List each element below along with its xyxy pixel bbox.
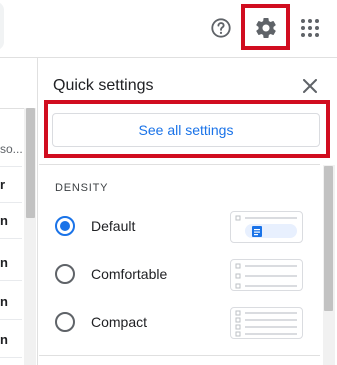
quick-settings-panel: Quick settings See all settings DENSITY … xyxy=(37,58,337,365)
density-option-comfortable[interactable]: Comfortable xyxy=(55,259,315,291)
top-bar xyxy=(0,0,337,58)
density-option-default[interactable]: Default xyxy=(55,211,315,243)
density-option-compact[interactable]: Compact xyxy=(55,307,315,339)
density-option-label: Compact xyxy=(91,314,148,330)
preview-compact-icon xyxy=(235,310,297,337)
list-item[interactable]: r xyxy=(0,167,22,203)
help-button[interactable] xyxy=(209,16,233,40)
density-preview-compact[interactable] xyxy=(230,307,303,339)
density-heading: DENSITY xyxy=(55,182,109,194)
list-divider xyxy=(0,108,24,109)
search-bar-edge[interactable] xyxy=(0,2,4,50)
preview-default-icon xyxy=(235,215,297,238)
list-item[interactable]: n xyxy=(0,322,22,358)
panel-scrollbar-thumb[interactable] xyxy=(324,166,333,311)
density-option-label: Comfortable xyxy=(91,266,168,282)
see-all-highlight-box xyxy=(44,100,330,158)
density-preview-default[interactable] xyxy=(230,211,303,243)
close-button[interactable] xyxy=(301,77,319,95)
density-preview-comfortable[interactable] xyxy=(230,259,303,291)
list-item[interactable]: n xyxy=(0,245,22,281)
settings-highlight-box xyxy=(241,4,290,50)
preview-comfortable-icon xyxy=(235,263,297,289)
list-item[interactable]: so... xyxy=(0,131,22,167)
apps-grid-icon xyxy=(301,19,319,37)
radio-default[interactable] xyxy=(55,216,75,236)
list-item[interactable]: n xyxy=(0,284,22,320)
email-list: so... r n n n n xyxy=(0,58,37,365)
section-divider xyxy=(39,164,320,165)
list-item[interactable]: n xyxy=(0,203,22,239)
apps-button[interactable] xyxy=(298,16,322,40)
density-option-label: Default xyxy=(91,218,136,234)
close-icon xyxy=(303,79,317,93)
quick-settings-title: Quick settings xyxy=(53,77,154,94)
list-scrollbar-thumb[interactable] xyxy=(26,108,35,218)
help-circle-icon xyxy=(211,18,231,38)
radio-compact[interactable] xyxy=(55,312,75,332)
section-divider-bottom xyxy=(39,355,320,356)
radio-comfortable[interactable] xyxy=(55,264,75,284)
